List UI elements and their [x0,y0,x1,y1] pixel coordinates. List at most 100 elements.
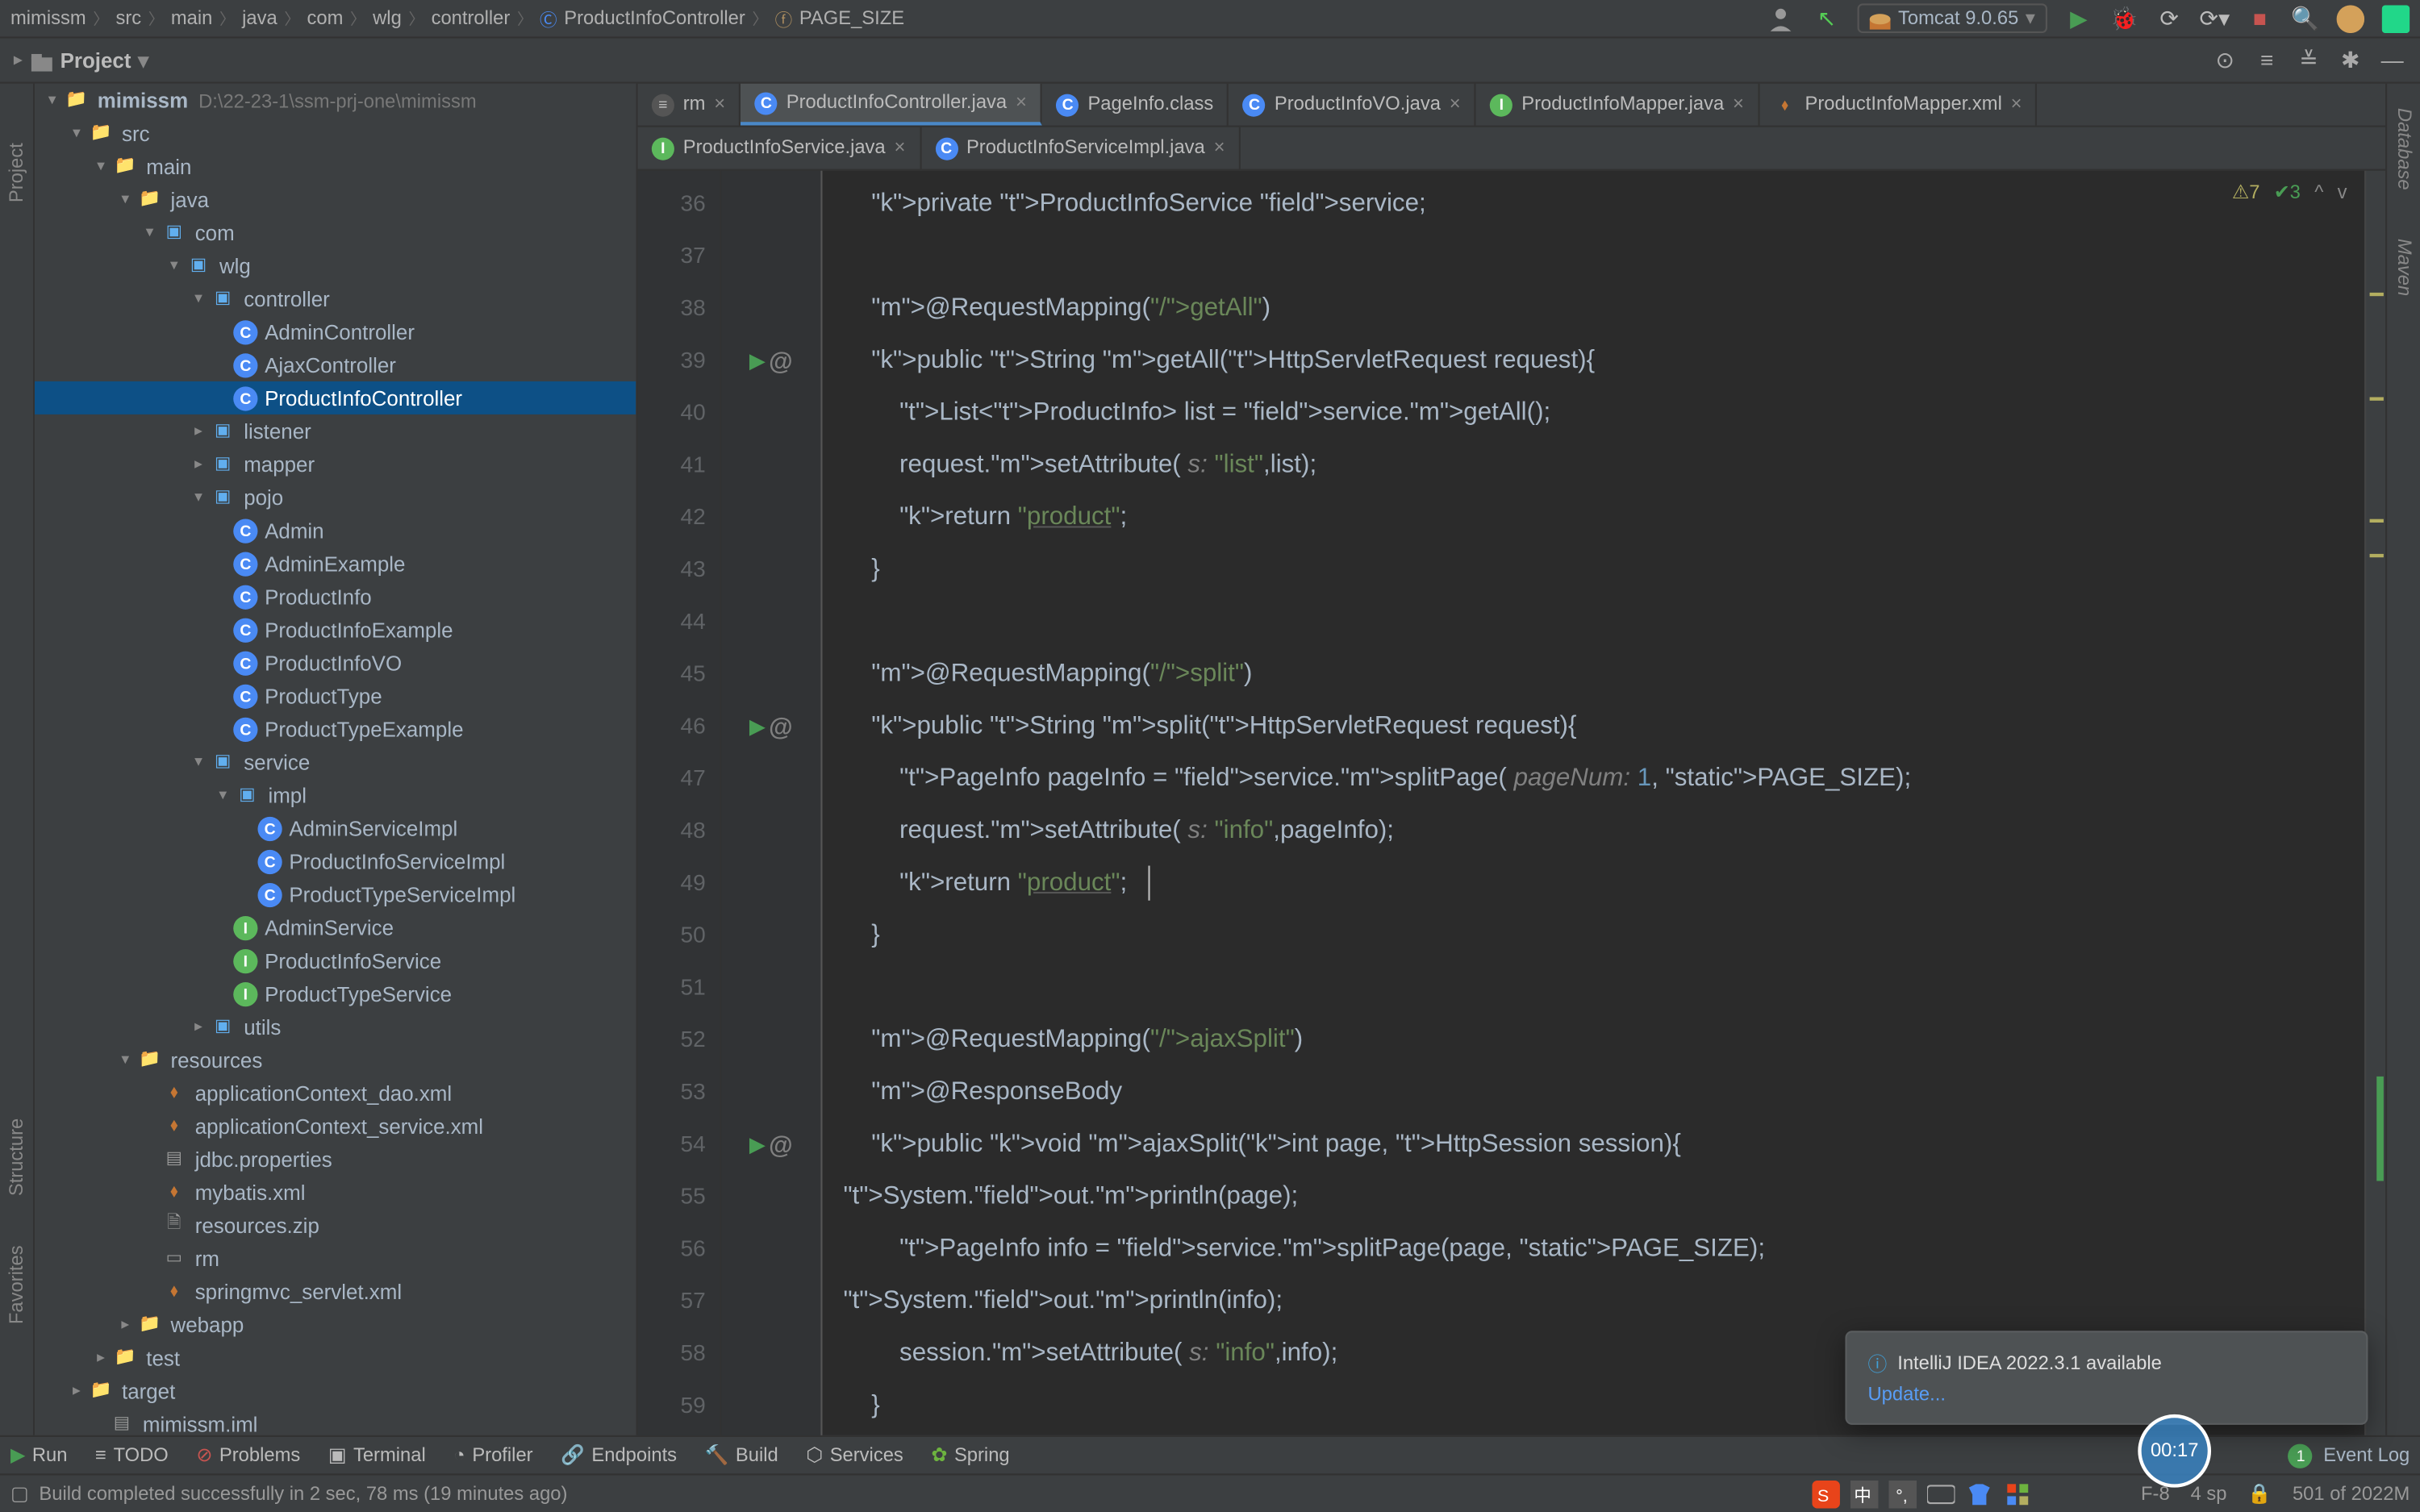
update-link[interactable]: Update... [1868,1385,2346,1406]
tree-main[interactable]: ▾📁main [35,150,636,183]
tt-build[interactable]: 🔨Build [705,1444,778,1467]
tab-productinfoserviceimpl[interactable]: CProductInfoServiceImpl.java× [921,127,1241,169]
gutter-icons[interactable]: ▶@ ▶@ ▶@ [721,171,822,1435]
tree-listener[interactable]: ▸▣listener [35,414,636,448]
tt-endpoints[interactable]: 🔗Endpoints [561,1444,677,1467]
tt-profiler[interactable]: ◔Profiler [453,1445,532,1466]
tree-root[interactable]: ▾📁mimissmD:\22-23-1\ssm-prj-one\mimissm [35,84,636,117]
tree-res-5[interactable]: ▭rm [35,1242,636,1275]
tt-todo[interactable]: ≡TODO [95,1445,169,1466]
close-icon[interactable]: × [1016,92,1027,113]
tree-pojo-1[interactable]: CAdminExample [35,547,636,580]
tree-resources[interactable]: ▾📁resources [35,1043,636,1077]
avatar-icon[interactable] [2337,4,2365,32]
tree-wlg[interactable]: ▾▣wlg [35,249,636,282]
bc-1[interactable]: src [115,8,141,29]
coverage-icon[interactable]: ⟳ [2155,4,2184,32]
tray-sogou-icon[interactable]: S [1812,1481,1840,1509]
right-tab-maven[interactable]: Maven [2389,231,2418,303]
tt-spring[interactable]: ✿Spring [931,1444,1009,1467]
project-tree[interactable]: ▾📁mimissmD:\22-23-1\ssm-prj-one\mimissm … [35,84,637,1435]
gutter-run-46[interactable]: ▶@ [721,700,820,752]
close-icon[interactable]: × [1214,138,1225,159]
tree-java[interactable]: ▾📁java [35,183,636,216]
run-icon[interactable]: ▶ [2065,4,2093,32]
tt-services[interactable]: ⬡Services [806,1444,903,1467]
close-icon[interactable]: × [714,94,725,115]
tree-mapper[interactable]: ▸▣mapper [35,448,636,481]
code-area[interactable]: 3637383940414243444546474849505152535455… [638,171,2385,1435]
tree-test[interactable]: ▸📁test [35,1341,636,1374]
code-body[interactable]: "k">private "t">ProductInfoService "fiel… [823,171,2365,1435]
tree-impl-1[interactable]: CProductInfoServiceImpl [35,845,636,878]
tree-pojo-4[interactable]: CProductInfoVO [35,646,636,679]
gutter-run-54[interactable]: ▶@ [721,1118,820,1171]
sb-lock-icon[interactable]: 🔒 [2247,1482,2272,1505]
search-icon[interactable]: 🔍 [2291,4,2319,32]
update-notification[interactable]: ⓘIntelliJ IDEA 2022.3.1 available Update… [1845,1331,2368,1425]
stop-icon[interactable]: ■ [2246,4,2274,32]
debug-icon[interactable]: 🐞 [2110,4,2138,32]
tray-kbd-icon[interactable] [1927,1481,1955,1509]
tree-com[interactable]: ▾▣com [35,216,636,249]
close-icon[interactable]: × [894,138,905,159]
bc-5[interactable]: wlg [373,8,402,29]
expand-icon[interactable]: ≡ [2253,46,2281,74]
tree-pojo-5[interactable]: CProductType [35,679,636,712]
tab-pageinfo[interactable]: CPageInfo.class [1042,84,1229,126]
bc-2[interactable]: main [171,8,213,29]
close-icon[interactable]: × [2011,94,2022,115]
tree-controller[interactable]: ▾▣controller [35,282,636,315]
error-stripe[interactable] [2364,171,2385,1435]
tree-res-6[interactable]: ⬧springmvc_servlet.xml [35,1275,636,1308]
bc-4[interactable]: com [307,8,343,29]
tree-iml[interactable]: ▤mimissm.iml [35,1407,636,1435]
tab-productinfomapper-java[interactable]: IProductInfoMapper.java× [1476,84,1759,126]
tab-rm[interactable]: ≡rm× [638,84,741,126]
tree-svc-2[interactable]: IProductTypeService [35,977,636,1010]
tree-svc-0[interactable]: IAdminService [35,911,636,944]
tree-pojo-3[interactable]: CProductInfoExample [35,613,636,646]
bc-8[interactable]: PAGE_SIZE [799,8,904,29]
bc-6[interactable]: controller [432,8,511,29]
tree-service[interactable]: ▾▣service [35,745,636,778]
sb-indent[interactable]: 4 sp [2191,1483,2227,1504]
tree-res-1[interactable]: ⬧applicationContext_service.xml [35,1110,636,1143]
tree-ajaxcontroller[interactable]: CAjaxController [35,348,636,381]
tab-productinfovo[interactable]: CProductInfoVO.java× [1229,84,1476,126]
bc-7[interactable]: ProductInfoController [564,8,745,29]
tray-shirt-icon[interactable] [1965,1481,1993,1509]
tab-productinfoservice[interactable]: IProductInfoService.java× [638,127,921,169]
tree-res-4[interactable]: 🗎resources.zip [35,1209,636,1242]
sb-mem[interactable]: 501 of 2022M [2293,1483,2410,1504]
collapse-icon[interactable]: ≚ [2295,46,2323,74]
tree-pojo-0[interactable]: CAdmin [35,514,636,547]
run-config-selector[interactable]: Tomcat 9.0.65 ▾ [1858,3,2047,33]
user-icon[interactable] [1767,4,1796,32]
tree-pojo[interactable]: ▾▣pojo [35,481,636,514]
ide-logo-icon[interactable] [2382,4,2410,32]
tray-ime-icon[interactable]: 中 [1850,1481,1879,1509]
tree-utils[interactable]: ▸▣utils [35,1010,636,1043]
left-tab-project[interactable]: Project [2,135,31,209]
tab-productinfocontroller[interactable]: CProductInfoController.java× [741,84,1043,126]
tree-pojo-2[interactable]: CProductInfo [35,580,636,613]
tree-productinfocontroller[interactable]: CProductInfoController [35,381,636,414]
tree-res-0[interactable]: ⬧applicationContext_dao.xml [35,1077,636,1110]
tree-res-3[interactable]: ⬧mybatis.xml [35,1176,636,1209]
tt-run[interactable]: ▶Run [10,1444,68,1467]
settings-icon[interactable]: ✱ [2337,46,2365,74]
event-log-button[interactable]: Event Log [2323,1445,2410,1466]
tray-punct-icon[interactable]: °, [1888,1481,1917,1509]
tree-impl[interactable]: ▾▣impl [35,779,636,812]
tree-target[interactable]: ▸📁target [35,1374,636,1407]
tray-grid-icon[interactable] [2004,1481,2032,1509]
tree-svc-1[interactable]: IProductInfoService [35,944,636,977]
left-tab-favorites[interactable]: Favorites [2,1238,31,1331]
close-icon[interactable]: × [1733,94,1744,115]
close-icon[interactable]: × [1450,94,1461,115]
tree-impl-2[interactable]: CProductTypeServiceImpl [35,878,636,911]
bc-3[interactable]: java [242,8,277,29]
tree-admincontroller[interactable]: CAdminController [35,315,636,348]
project-tool-label[interactable]: ▸ Project ▾ [0,48,162,72]
